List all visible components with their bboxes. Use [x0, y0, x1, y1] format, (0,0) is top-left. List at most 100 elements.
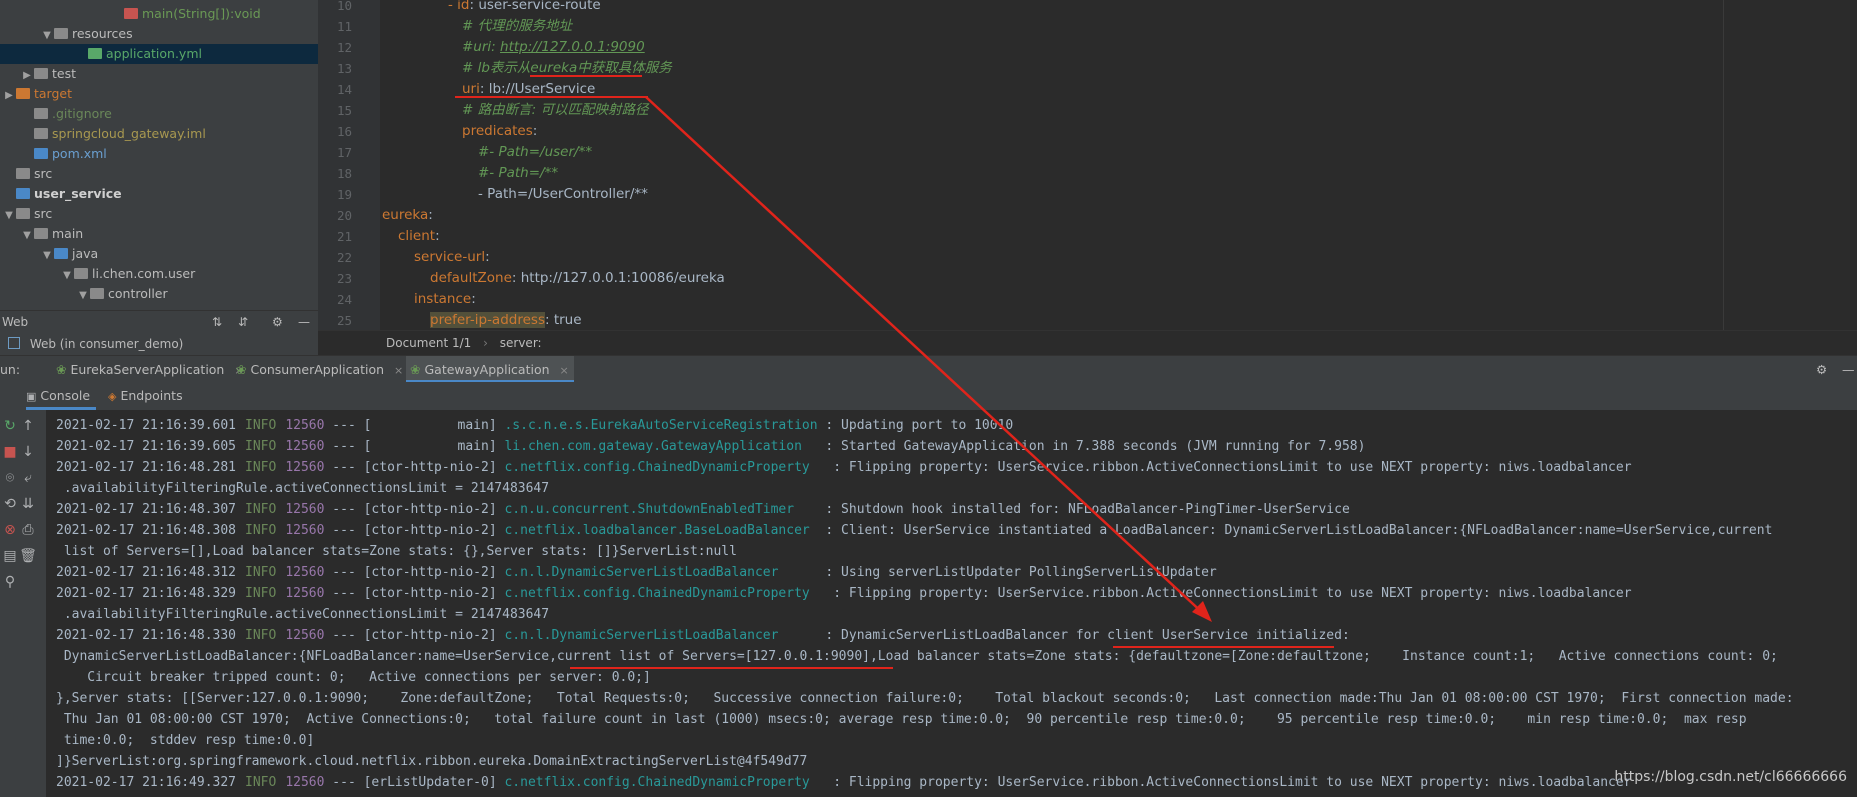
tree-item[interactable]: springcloud_gateway.iml: [0, 124, 318, 144]
tab-endpoints[interactable]: ◈ Endpoints: [108, 382, 198, 410]
console-icon: ▣: [26, 390, 37, 403]
gear-icon[interactable]: ⚙: [272, 311, 283, 333]
file-icon: [34, 128, 48, 139]
log-logger[interactable]: c.netflix.config.ChainedDynamicProperty: [504, 775, 825, 790]
log-lvl: INFO: [245, 523, 277, 538]
log-logger[interactable]: c.netflix.config.ChainedDynamicProperty: [504, 460, 825, 475]
code-line-24: instance:: [414, 291, 476, 307]
expand-arrow-icon[interactable]: ▼: [76, 286, 90, 306]
tab-consumer[interactable]: ❀ ConsumerApplication ×: [236, 356, 403, 383]
console-line: .availabilityFilteringRule.activeConnect…: [56, 481, 550, 496]
file-icon: [34, 108, 48, 119]
log-msg: : Client: UserService instantiated a Loa…: [817, 523, 1773, 538]
gear-icon[interactable]: ⚙: [1816, 356, 1827, 383]
pin-icon[interactable]: ⚲: [0, 574, 20, 590]
expand-arrow-icon[interactable]: ▼: [20, 226, 34, 246]
tree-item[interactable]: src: [0, 164, 318, 184]
scroll-down-icon[interactable]: ↓: [18, 444, 38, 460]
log-logger[interactable]: c.n.u.concurrent.ShutdownEnabledTimer: [504, 502, 817, 517]
line-number: 18: [336, 166, 352, 181]
tree-item[interactable]: pom.xml: [0, 144, 318, 164]
tree-item[interactable]: application.yml: [0, 44, 318, 64]
tree-item[interactable]: ▼ java: [0, 244, 318, 264]
tab-eureka-server[interactable]: ❀ EurekaServerApplication ×: [56, 356, 244, 383]
log-ts: 2021-02-17 21:16:39.605: [56, 439, 237, 454]
log-logger[interactable]: .s.c.n.e.s.EurekaAutoServiceRegistration: [504, 418, 817, 433]
log-ts: 2021-02-17 21:16:48.281: [56, 460, 237, 475]
soft-wrap-icon[interactable]: ⤶: [18, 470, 38, 486]
tree-item[interactable]: main(String[]):void: [0, 4, 318, 24]
console-line: 2021-02-17 21:16:39.601 INFO 12560 --- [ m…: [56, 415, 1013, 436]
tree-item-label: test: [52, 66, 77, 81]
right-margin-guide: [1723, 0, 1724, 330]
log-ts: 2021-02-17 21:16:48.308: [56, 523, 237, 538]
log-logger[interactable]: c.netflix.loadbalancer.BaseLoadBalancer: [504, 523, 817, 538]
expand-arrow-icon[interactable]: ▼: [60, 266, 74, 286]
collapse-arrow-icon[interactable]: ▶: [20, 66, 34, 86]
code-editor[interactable]: - id: user-service-route # 代理的服务地址 #uri:…: [380, 0, 1857, 330]
console-output[interactable]: 2021-02-17 21:16:39.601 INFO 12560 --- [ m…: [46, 410, 1857, 797]
scroll-to-end-icon[interactable]: ⇊: [18, 496, 38, 512]
tree-item[interactable]: ▼ controller: [0, 284, 318, 304]
expand-arrow-icon[interactable]: ▼: [2, 206, 16, 226]
tab-gateway[interactable]: ❀ GatewayApplication ×: [406, 356, 574, 383]
code-line-16: predicates:: [462, 123, 538, 139]
line-number: 16: [336, 124, 352, 139]
log-logger[interactable]: c.n.l.DynamicServerListLoadBalancer: [504, 565, 817, 580]
layout-icon[interactable]: ▤: [0, 548, 20, 564]
log-ts: 2021-02-17 21:16:48.330: [56, 628, 237, 643]
scroll-up-icon[interactable]: ↑: [18, 418, 38, 434]
log-logger[interactable]: c.n.l.DynamicServerListLoadBalancer: [504, 628, 817, 643]
tree-item[interactable]: ▼ main: [0, 224, 318, 244]
folder-icon: [34, 228, 48, 239]
close-icon[interactable]: ×: [560, 364, 569, 377]
log-msg: : Updating port to 10010: [817, 418, 1014, 433]
breadcrumb-document[interactable]: Document 1/1: [386, 336, 471, 350]
print-icon[interactable]: ⎙: [18, 522, 38, 538]
minimize-icon[interactable]: —: [298, 311, 310, 333]
log-msg: : Using serverListUpdater PollingServerL…: [817, 565, 1217, 580]
code-line-18: #- Path=/**: [478, 165, 559, 181]
line-number: 21: [336, 229, 352, 244]
restore-layout-icon[interactable]: ⟲: [0, 496, 20, 512]
trash-icon[interactable]: 🗑: [18, 548, 38, 564]
code-line-19: - Path=/UserController/**: [478, 186, 648, 202]
tree-item[interactable]: ▶ target: [0, 84, 318, 104]
camera-icon[interactable]: ⌾: [0, 470, 20, 486]
yml-icon: [88, 48, 102, 59]
expand-arrow-icon[interactable]: ▼: [40, 26, 54, 46]
tree-item[interactable]: ▼ resources: [0, 24, 318, 44]
log-logger[interactable]: li.chen.com.gateway.GatewayApplication: [504, 439, 817, 454]
console-line: 2021-02-17 21:16:48.312 INFO 12560 --- [ct…: [56, 562, 1217, 583]
minimize-icon[interactable]: —: [1842, 356, 1855, 383]
line-number: 19: [336, 187, 352, 202]
log-lvl: INFO: [245, 502, 277, 517]
web-module-row[interactable]: Web (in consumer_demo): [0, 333, 318, 355]
tree-item-label: main: [52, 226, 84, 241]
folder-icon: [16, 168, 30, 179]
console-line: list of Servers=[],Load balancer stats=Z…: [56, 544, 737, 559]
tree-item[interactable]: .gitignore: [0, 104, 318, 124]
stop-icon[interactable]: ■: [0, 444, 20, 460]
breadcrumb-path[interactable]: server:: [500, 336, 542, 350]
line-number: 15: [336, 103, 352, 118]
rerun-icon[interactable]: ↻: [0, 418, 20, 434]
close-icon[interactable]: ×: [394, 364, 403, 377]
console-scrollbar[interactable]: [1849, 410, 1857, 797]
expand-arrow-icon[interactable]: ▼: [40, 246, 54, 266]
tab-console[interactable]: ▣ Console: [26, 382, 96, 410]
tree-item[interactable]: user_service: [0, 184, 318, 204]
tree-item[interactable]: ▶ test: [0, 64, 318, 84]
log-logger[interactable]: c.netflix.config.ChainedDynamicProperty: [504, 586, 825, 601]
console-line: 2021-02-17 21:16:48.281 INFO 12560 --- [ct…: [56, 457, 1632, 478]
exit-icon[interactable]: ⊗: [0, 522, 20, 538]
subtab-label: Console: [40, 388, 91, 403]
tree-item[interactable]: ▼ src: [0, 204, 318, 224]
collapse-arrow-icon[interactable]: ▶: [2, 86, 16, 106]
collapse-all-icon[interactable]: ⇅: [212, 311, 222, 333]
editor-breadcrumb: Document 1/1 › server:: [318, 330, 1857, 355]
expand-all-icon[interactable]: ⇵: [238, 311, 248, 333]
web-module-label: Web (in consumer_demo): [29, 337, 184, 351]
tree-item[interactable]: ▼ li.chen.com.user: [0, 264, 318, 284]
console-line: Thu Jan 01 08:00:00 CST 1970; Active Con…: [56, 712, 1747, 727]
